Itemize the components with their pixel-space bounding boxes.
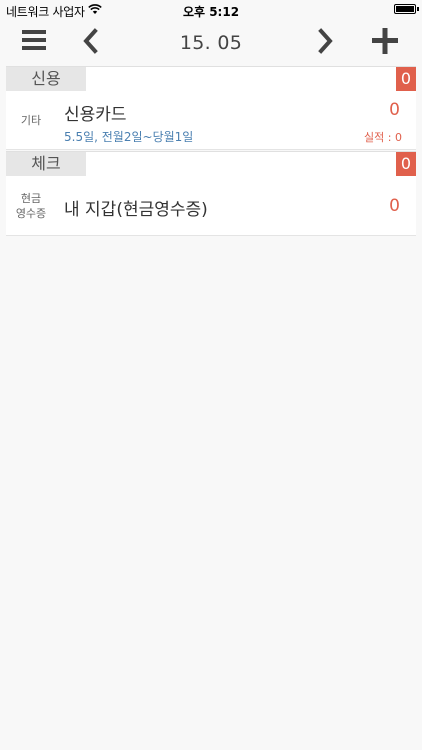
card-type: 기타 [20, 114, 42, 127]
chevron-right-icon[interactable] [304, 20, 348, 64]
billing-info: 5.5일, 전월2일~당월1일 [64, 130, 194, 144]
battery-icon [394, 4, 419, 14]
card-row-check[interactable]: 현금 영수증 내 지갑(현금영수증) 0 [6, 176, 416, 236]
section-label: 신용 [6, 67, 86, 91]
section-label: 체크 [6, 152, 86, 176]
section-header-credit: 신용 0 [6, 66, 416, 91]
navigation-bar: 15. 05 [0, 20, 422, 66]
status-bar: 네트워크 사업자 오후 5:12 [0, 0, 422, 20]
status-time: 오후 5:12 [182, 5, 240, 19]
plus-icon[interactable] [364, 20, 408, 64]
card-amount: 0 [389, 100, 400, 120]
card-type-line2: 영수증 [15, 207, 47, 220]
card-name: 내 지갑(현금영수증) [64, 200, 208, 220]
month-title: 15. 05 [179, 32, 243, 54]
section-header-check: 체크 0 [6, 151, 416, 176]
section-total: 0 [396, 152, 416, 176]
card-amount: 0 [389, 196, 400, 216]
card-type-line1: 현금 [20, 192, 42, 205]
performance-label: 실적 : 0 [364, 131, 402, 144]
section-total: 0 [396, 67, 416, 91]
card-row-credit[interactable]: 기타 신용카드 0 5.5일, 전월2일~당월1일 실적 : 0 [6, 91, 416, 150]
card-name: 신용카드 [64, 105, 127, 125]
card-type: 현금 영수증 [6, 191, 56, 221]
